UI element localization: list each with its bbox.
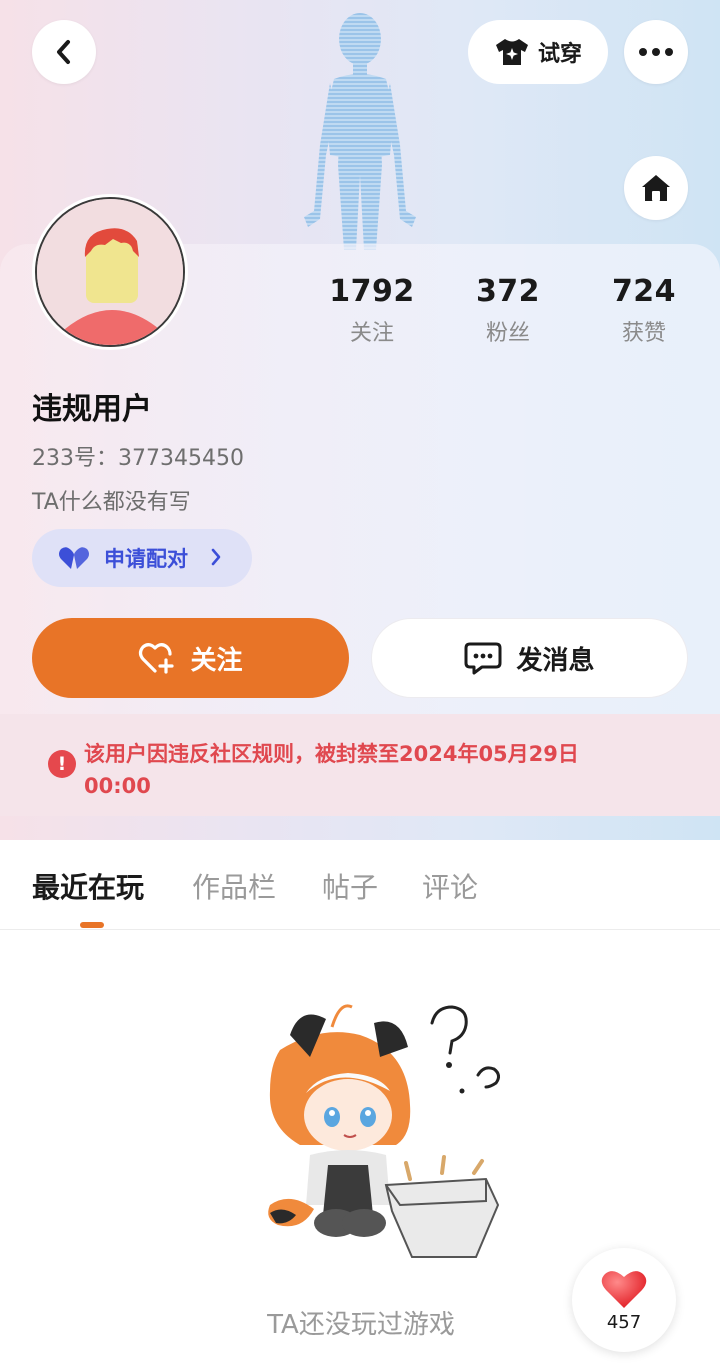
active-tab-indicator — [80, 922, 104, 928]
bio: TA什么都没有写 — [32, 490, 191, 515]
profile-page: 试穿 1792 关注 372 粉丝 724 获赞 违规用户 233号：37734… — [0, 0, 720, 1367]
send-message-label: 发消息 — [516, 645, 595, 676]
stat-following-label: 关注 — [349, 321, 394, 346]
stat-fans[interactable]: 372 粉丝 — [448, 274, 568, 347]
follow-label: 关注 — [190, 645, 243, 676]
tab-recently-played[interactable]: 最近在玩 — [32, 866, 144, 906]
tab-comments[interactable]: 评论 — [422, 866, 478, 906]
stat-following-value: 1792 — [329, 274, 415, 309]
more-icon — [639, 48, 673, 56]
tab-posts[interactable]: 帖子 — [322, 866, 378, 906]
avatar-image — [35, 197, 185, 347]
stat-following[interactable]: 1792 关注 — [312, 274, 432, 347]
avatar[interactable] — [32, 194, 188, 350]
stat-likes-label: 获赞 — [621, 321, 666, 346]
stat-fans-label: 粉丝 — [485, 321, 530, 346]
empty-state-illustration — [268, 1004, 501, 1258]
heart-plus-icon — [139, 643, 175, 674]
follow-button[interactable]: 关注 — [32, 618, 349, 698]
like-count: 457 — [606, 1311, 642, 1333]
home-icon — [642, 175, 670, 201]
shirt-icon — [495, 39, 528, 65]
like-button[interactable]: 457 — [572, 1248, 676, 1352]
try-on-button[interactable]: 试穿 — [468, 20, 608, 84]
3d-avatar-figure — [304, 13, 416, 250]
send-message-button[interactable]: 发消息 — [371, 618, 688, 698]
request-pair-label: 申请配对 — [104, 547, 188, 571]
ban-notice: ! 该用户因违反社区规则，被封禁至2024年05月29日 00:00 — [0, 714, 720, 816]
default-avatar-icon — [37, 199, 183, 345]
stat-fans-value: 372 — [475, 274, 541, 309]
stat-likes-value: 724 — [611, 274, 677, 309]
home-button[interactable] — [624, 156, 688, 220]
warning-icon: ! — [48, 750, 76, 778]
user-id[interactable]: 233号：377345450 — [32, 440, 244, 472]
more-button[interactable] — [624, 20, 688, 84]
request-pair-button[interactable]: 申请配对 — [32, 529, 252, 587]
chevron-left-icon — [57, 40, 70, 64]
try-on-label: 试穿 — [537, 42, 582, 67]
stat-likes[interactable]: 724 获赞 — [584, 274, 704, 347]
heart-icon — [601, 1270, 647, 1308]
ban-notice-text: 该用户因违反社区规则，被封禁至2024年05月29日 00:00 — [84, 742, 579, 798]
heart-pair-icon — [59, 547, 89, 569]
chevron-right-icon — [211, 548, 221, 566]
tab-works[interactable]: 作品栏 — [192, 866, 276, 906]
username: 违规用户 — [32, 392, 152, 427]
back-button[interactable] — [32, 20, 96, 84]
chat-bubble-icon — [464, 642, 502, 675]
